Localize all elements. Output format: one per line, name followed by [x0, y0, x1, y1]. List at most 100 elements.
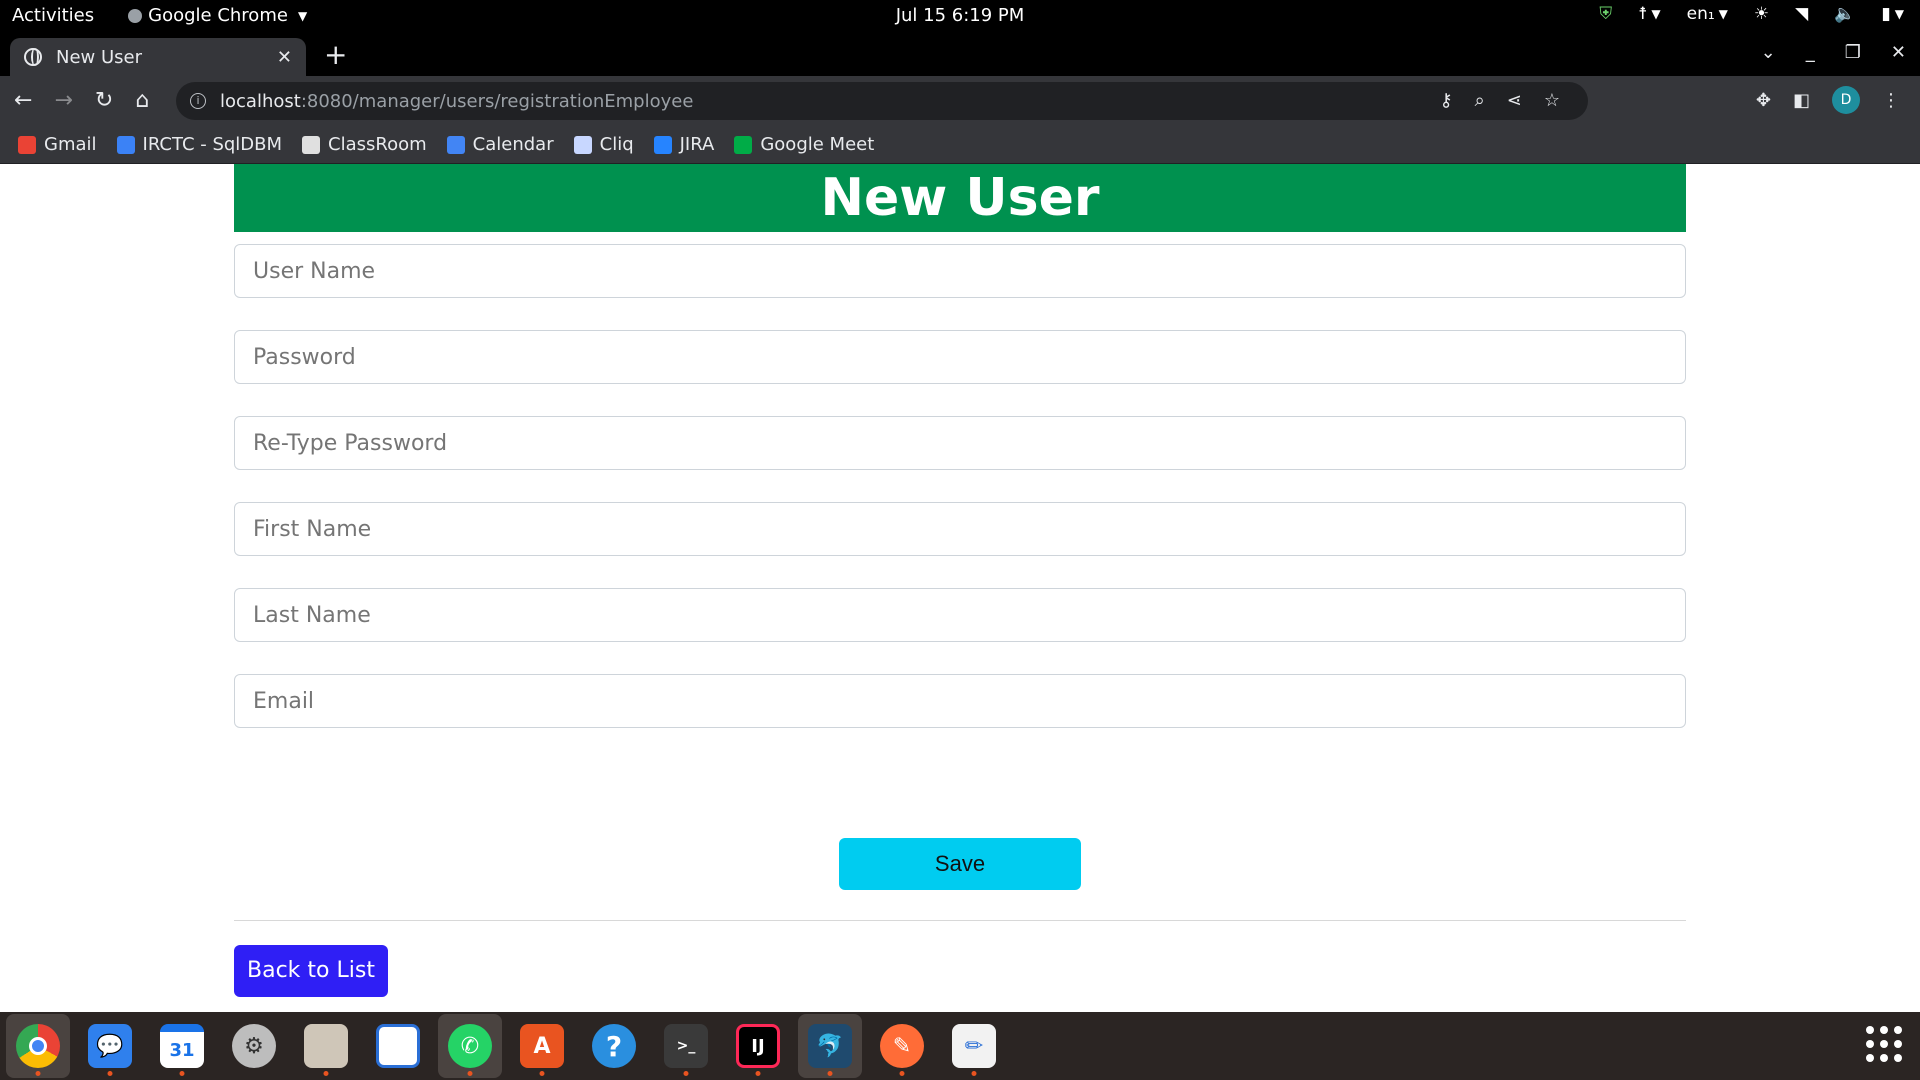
- jira-icon: [653, 135, 672, 154]
- address-bar[interactable]: i localhost :8080/manager/users/registra…: [176, 82, 1588, 120]
- text-editor-icon: ✏: [952, 1024, 996, 1068]
- bookmark-jira[interactable]: JIRA: [653, 134, 715, 155]
- folder-icon: [304, 1024, 348, 1068]
- accessibility-icon[interactable]: ☨ ▼: [1638, 4, 1661, 24]
- language-indicator[interactable]: en₁ ▼: [1687, 4, 1728, 24]
- bookmarks-bar: Gmail IRCTC - SqlDBM ClassRoom Calendar …: [0, 126, 1920, 164]
- menu-kebab-icon[interactable]: ⋮: [1882, 90, 1900, 111]
- dock-chrome[interactable]: [6, 1014, 70, 1078]
- classroom-icon: [302, 135, 321, 154]
- dock-postman[interactable]: ✎: [870, 1014, 934, 1078]
- running-indicator: [179, 1071, 185, 1076]
- star-icon[interactable]: ☆: [1544, 90, 1560, 111]
- app-store-icon: A: [520, 1024, 564, 1068]
- whatsapp-icon: ✆: [448, 1024, 492, 1068]
- intellij-icon: IJ: [736, 1024, 780, 1068]
- dock-writer[interactable]: [366, 1014, 430, 1078]
- tab-search-icon[interactable]: ⌄: [1761, 42, 1776, 63]
- bookmark-classroom[interactable]: ClassRoom: [302, 134, 427, 155]
- bookmark-label: Calendar: [472, 134, 554, 155]
- dock-whatsapp[interactable]: ✆: [438, 1014, 502, 1078]
- url-host: localhost: [220, 90, 301, 112]
- email-input[interactable]: [234, 674, 1686, 728]
- back-arrow-icon[interactable]: ←: [14, 88, 32, 113]
- running-indicator: [539, 1071, 545, 1076]
- bookmark-label: IRCTC - SqlDBM: [142, 134, 283, 155]
- side-panel-icon[interactable]: ◧: [1793, 90, 1810, 111]
- bookmark-google-meet[interactable]: Google Meet: [734, 134, 874, 155]
- dock-intellij[interactable]: IJ: [726, 1014, 790, 1078]
- google-meet-icon: [734, 135, 753, 154]
- shield-icon[interactable]: ⛨: [1599, 4, 1612, 24]
- brightness-icon[interactable]: ☀: [1754, 4, 1769, 24]
- key-icon[interactable]: ⚷: [1439, 90, 1452, 111]
- show-apps-icon[interactable]: [1866, 1026, 1902, 1062]
- wifi-icon[interactable]: ◥: [1795, 4, 1808, 24]
- cliq-icon: [573, 135, 592, 154]
- username-input[interactable]: [234, 244, 1686, 298]
- dock-settings[interactable]: ⚙: [222, 1014, 286, 1078]
- battery-icon[interactable]: ▮ ▼: [1881, 4, 1904, 24]
- retype-password-input[interactable]: [234, 416, 1686, 470]
- save-button[interactable]: Save: [839, 838, 1081, 890]
- dock-files[interactable]: [294, 1014, 358, 1078]
- bookmark-label: JIRA: [679, 134, 715, 155]
- dock-mysql-workbench[interactable]: 🐬: [798, 1014, 862, 1078]
- restore-icon[interactable]: ❐: [1845, 42, 1861, 63]
- tab-new-user[interactable]: New User ✕: [10, 38, 306, 76]
- chrome-icon: [16, 1024, 60, 1068]
- document-icon: [376, 1024, 420, 1068]
- divider: [234, 920, 1686, 921]
- dolphin-icon: 🐬: [808, 1024, 852, 1068]
- calendar-icon: [446, 135, 465, 154]
- browser-toolbar: ← → ↻ ⌂ i localhost :8080/manager/users/…: [0, 76, 1920, 126]
- dock-software[interactable]: A: [510, 1014, 574, 1078]
- help-icon: ?: [592, 1024, 636, 1068]
- first-name-input[interactable]: [234, 502, 1686, 556]
- dock-calendar[interactable]: 31: [150, 1014, 214, 1078]
- bookmark-label: ClassRoom: [328, 134, 427, 155]
- page-title: New User: [234, 164, 1686, 232]
- close-icon[interactable]: ✕: [277, 47, 292, 68]
- system-top-bar: Activities Google Chrome ▼ Jul 15 6:19 P…: [0, 0, 1920, 34]
- reload-icon[interactable]: ↻: [95, 88, 113, 113]
- password-input[interactable]: [234, 330, 1686, 384]
- bookmark-gmail[interactable]: Gmail: [18, 134, 97, 155]
- last-name-input[interactable]: [234, 588, 1686, 642]
- share-icon[interactable]: ⋖: [1507, 90, 1522, 111]
- running-indicator: [467, 1071, 473, 1076]
- back-to-list-button[interactable]: Back to List: [234, 945, 388, 997]
- running-indicator: [827, 1071, 833, 1076]
- profile-avatar[interactable]: D: [1832, 86, 1860, 114]
- minimize-icon[interactable]: _: [1806, 42, 1815, 63]
- running-indicator: [35, 1071, 41, 1076]
- tab-title: New User: [56, 46, 143, 68]
- extensions-icon[interactable]: ✥: [1756, 90, 1771, 111]
- dock-text-editor[interactable]: ✏: [942, 1014, 1006, 1078]
- bookmark-calendar[interactable]: Calendar: [446, 134, 554, 155]
- info-icon[interactable]: i: [190, 93, 206, 109]
- dock-chat[interactable]: 💬: [78, 1014, 142, 1078]
- postman-icon: ✎: [880, 1024, 924, 1068]
- running-indicator: [971, 1071, 977, 1076]
- bookmark-label: Cliq: [599, 134, 634, 155]
- dock-terminal[interactable]: >_: [654, 1014, 718, 1078]
- gear-icon: ⚙: [232, 1024, 276, 1068]
- page-content: New User Save Back to List: [0, 164, 1920, 1012]
- running-indicator: [323, 1071, 329, 1076]
- bookmark-irctc-sqldbm[interactable]: IRCTC - SqlDBM: [116, 134, 283, 155]
- volume-icon[interactable]: 🔈: [1834, 4, 1855, 24]
- sqldbm-icon: [116, 135, 135, 154]
- url-path: :8080/manager/users/registrationEmployee: [300, 90, 694, 112]
- forward-arrow-icon[interactable]: →: [54, 88, 72, 113]
- zoom-icon[interactable]: ⌕: [1475, 90, 1485, 111]
- terminal-icon: >_: [664, 1024, 708, 1068]
- new-tab-button[interactable]: +: [324, 40, 347, 70]
- running-indicator: [755, 1071, 761, 1076]
- window-close-icon[interactable]: ✕: [1891, 42, 1906, 63]
- home-icon[interactable]: ⌂: [135, 88, 149, 113]
- language-label: en₁: [1686, 4, 1715, 24]
- bookmark-cliq[interactable]: Cliq: [573, 134, 634, 155]
- bookmark-label: Google Meet: [760, 134, 875, 155]
- dock-help[interactable]: ?: [582, 1014, 646, 1078]
